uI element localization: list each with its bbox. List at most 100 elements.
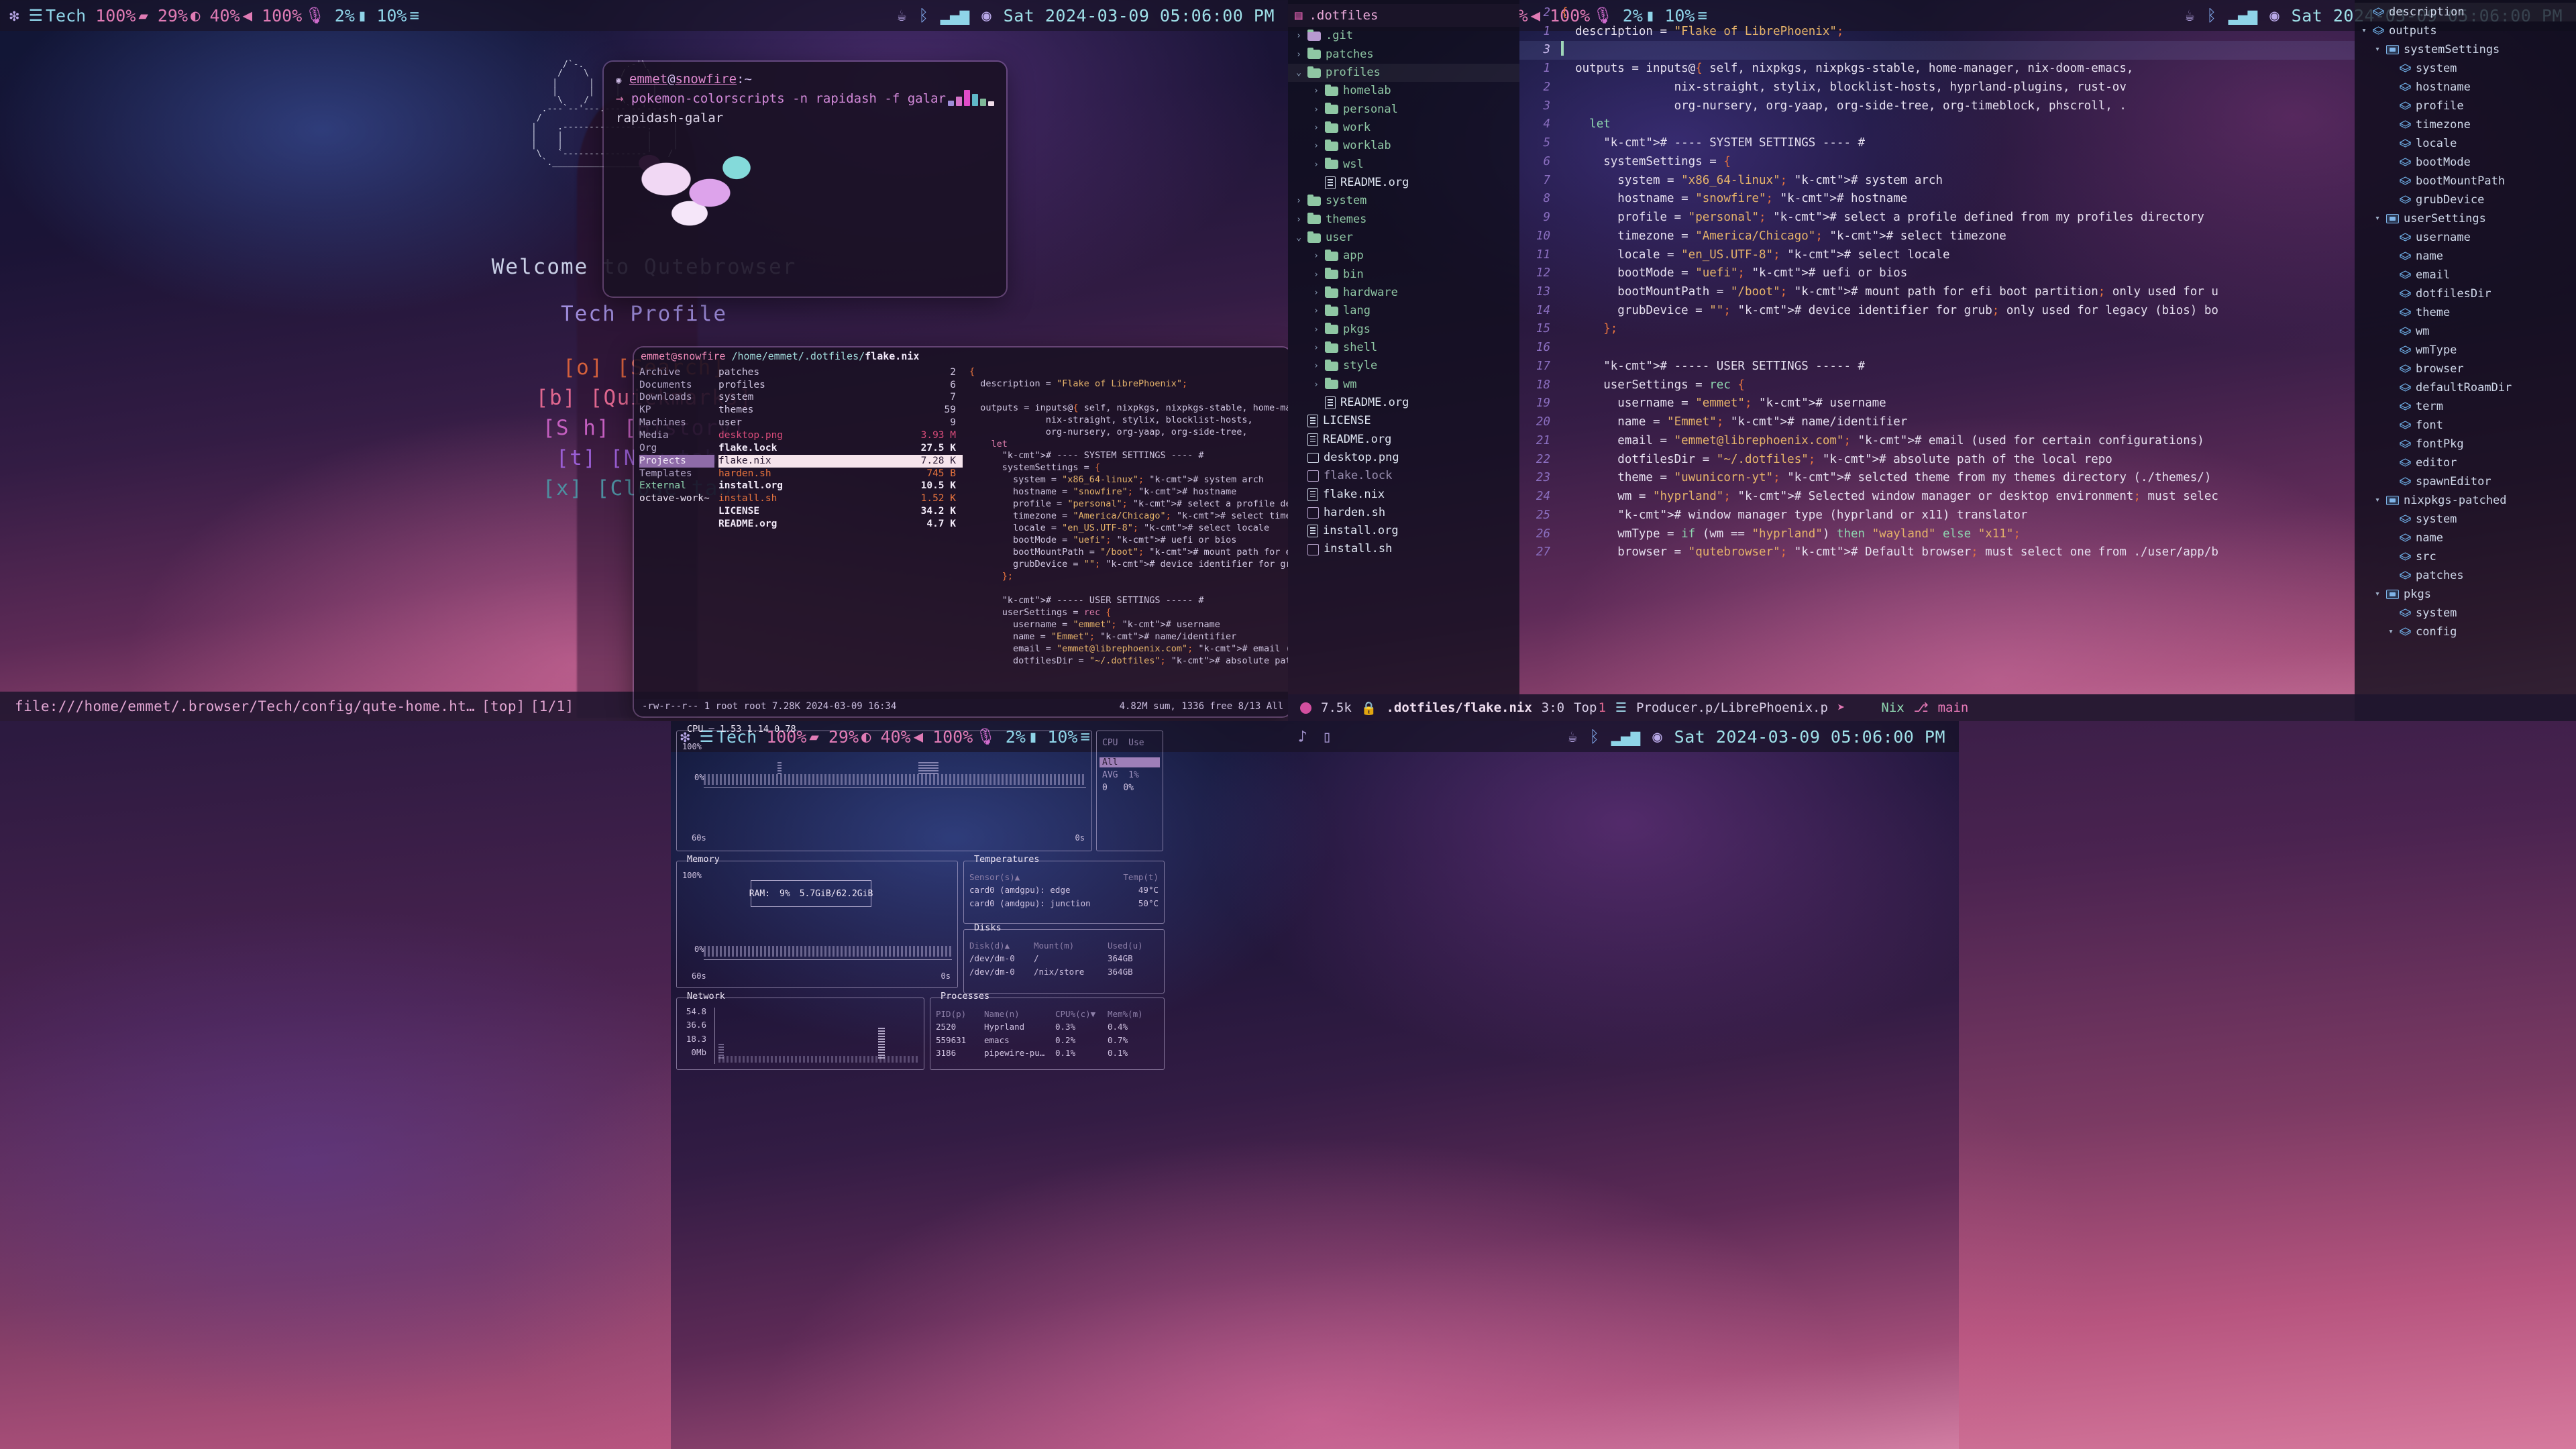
chevron-icon[interactable]: › [1312,341,1320,354]
table-row[interactable]: system 7 [718,391,963,404]
code-line[interactable]: 10 timezone = "America/Chicago"; "k-cmt"… [1519,227,2355,246]
btop-disks-panel[interactable]: Disks Disk(d)▲ Mount(m) Used(u) /dev/dm-0/… [963,922,1165,994]
disclosure-icon[interactable]: ▾ [2373,494,2381,507]
tree-item-profiles[interactable]: ⌄ profiles [1288,63,1519,83]
chevron-icon[interactable]: › [1312,286,1320,299]
temp-col-label[interactable]: Temp(t) [1123,871,1159,883]
outline-item-spawneditor[interactable]: spawnEditor [2355,472,2576,491]
disclosure-icon[interactable]: ▾ [2387,625,2395,639]
outline-item-profile[interactable]: profile [2355,97,2576,115]
cpu-selected-row[interactable]: All [1099,757,1160,767]
code-line[interactable]: 3 [1519,41,2355,60]
outline-item-theme[interactable]: theme [2355,303,2576,322]
outline-item-bootmode[interactable]: bootMode [2355,153,2576,172]
outline-item-email[interactable]: email [2355,266,2576,284]
tree-item-personal[interactable]: › personal [1288,101,1519,119]
tree-item-patches[interactable]: › patches [1288,46,1519,64]
list-item[interactable]: Templates [639,468,714,480]
outline-item-config[interactable]: ▾ config [2355,623,2576,641]
code-line[interactable]: 8 hostname = "snowfire"; "k-cmt"># hostn… [1519,190,2355,209]
code-line[interactable]: 22 dotfilesDir = "~/.dotfiles"; "k-cmt">… [1519,451,2355,470]
outline-item-browser[interactable]: browser [2355,360,2576,378]
tree-item-bin[interactable]: › bin [1288,266,1519,284]
ranger-window[interactable]: emmet@snowfire /home/emmet/.dotfiles/fla… [634,347,1288,716]
table-row[interactable]: 559631 emacs 0.2% 0.7% [936,1034,1159,1046]
outline-item-systemsettings[interactable]: ▾ systemSettings [2355,40,2576,59]
list-item[interactable]: Downloads [639,391,714,404]
code-line[interactable]: 17 "k-cmt"># ----- USER SETTINGS ----- # [1519,358,2355,376]
code-line[interactable]: 14 grubDevice = ""; "k-cmt"># device ide… [1519,302,2355,321]
btop-processes-panel[interactable]: Processes PID(p) Name(n) CPU%(c)▼ Mem%(m) 2… [930,991,1165,1070]
code-line[interactable]: 1 outputs = inputs@{ self, nixpkgs, nixp… [1519,60,2355,78]
tree-item-themes[interactable]: › themes [1288,211,1519,229]
table-row-selected[interactable]: flake.nix 7.28 K [718,454,963,468]
outline-item-term[interactable]: term [2355,397,2576,416]
code-line[interactable]: 2 nix-straight, stylix, blocklist-hosts,… [1519,78,2355,97]
outline-item-name[interactable]: name [2355,247,2576,266]
tree-item-lang[interactable]: › lang [1288,302,1519,320]
code-line[interactable]: 13 bootMountPath = "/boot"; "k-cmt"># mo… [1519,283,2355,302]
list-item[interactable]: External [639,480,714,492]
code-line[interactable]: 4 let [1519,115,2355,134]
wifi-icon[interactable]: ▂▄▆ [1611,729,1640,745]
code-line[interactable]: 23 theme = "uwunicorn-yt"; "k-cmt"># sel… [1519,469,2355,488]
table-row[interactable]: install.org 10.5 K [718,480,963,492]
name-col-label[interactable]: Name(n) [984,1008,1055,1020]
table-row[interactable]: README.org 4.7 K [718,518,963,531]
tree-item-worklab[interactable]: › worklab [1288,137,1519,155]
outline-item-pkgs[interactable]: ▾ pkgs [2355,585,2576,604]
outline-item-font[interactable]: font [2355,416,2576,435]
outline-item-bootmountpath[interactable]: bootMountPath [2355,172,2576,191]
ranger-parent-column[interactable]: Archive Documents Downloads KP Machines … [634,366,714,695]
outline-item-usersettings[interactable]: ▾ userSettings [2355,209,2576,228]
outline-item-locale[interactable]: locale [2355,134,2576,153]
list-item[interactable]: Org [639,442,714,455]
chevron-icon[interactable]: › [1312,323,1320,336]
btop-temperatures-panel[interactable]: Temperatures Sensor(s)▲ Temp(t) card0 (am… [963,854,1165,924]
chevron-icon[interactable]: › [1312,140,1320,152]
tree-item-wsl[interactable]: › wsl [1288,156,1519,174]
tree-item-install-sh[interactable]: install.sh [1288,540,1519,558]
code-line[interactable]: 7 system = "x86_64-linux"; "k-cmt"># sys… [1519,172,2355,191]
music-note-icon[interactable]: ♪ [1298,729,1307,745]
chevron-icon[interactable]: › [1312,378,1320,391]
tree-item-desktop-png[interactable]: desktop.png [1288,449,1519,467]
disc-icon[interactable]: ◉ [1652,729,1662,745]
outline-item-wm[interactable]: wm [2355,322,2576,341]
mug-icon[interactable]: ☕ [1568,729,1577,745]
outline-item-name[interactable]: name [2355,529,2576,547]
outline-item-description[interactable]: description [2355,3,2576,21]
table-row[interactable]: install.sh 1.52 K [718,492,963,505]
tree-item-readme-org[interactable]: README.org [1288,431,1519,449]
chevron-icon[interactable]: › [1312,103,1320,116]
table-row[interactable]: themes 59 [718,404,963,417]
tree-item-flake-lock[interactable]: flake.lock [1288,467,1519,485]
chevron-icon[interactable]: › [1312,360,1320,372]
outline-item-defaultroamdir[interactable]: defaultRoamDir [2355,378,2576,397]
list-item-selected[interactable]: Projects [639,454,714,468]
outline-item-hostname[interactable]: hostname [2355,78,2576,97]
code-line[interactable]: 12 bootMode = "uefi"; "k-cmt"># uefi or … [1519,264,2355,283]
disclosure-icon[interactable]: ▾ [2373,588,2381,601]
mount-col-label[interactable]: Mount(m) [1034,939,1108,952]
outline-item-nixpkgs-patched[interactable]: ▾ nixpkgs-patched [2355,491,2576,510]
outline-item-dotfilesdir[interactable]: dotfilesDir [2355,284,2576,303]
disclosure-icon[interactable]: ▾ [2360,24,2368,38]
tree-item-style[interactable]: › style [1288,357,1519,375]
ranger-main-column[interactable]: patches 2 profiles 6 system 7 themes 59 user… [714,366,963,695]
btop-cpu-panel[interactable]: CPU ─ 1.53 1.14 0.78 100% 0% 60s 0s [676,724,1092,851]
tree-item-shell[interactable]: › shell [1288,339,1519,357]
tree-item-license[interactable]: LICENSE [1288,412,1519,430]
outline-item-fontpkg[interactable]: fontPkg [2355,435,2576,453]
code-line[interactable]: 18 userSettings = rec { [1519,376,2355,395]
chevron-icon[interactable]: › [1312,268,1320,281]
code-line[interactable]: 11 locale = "en_US.UTF-8"; "k-cmt"># sel… [1519,246,2355,265]
list-item[interactable]: Documents [639,379,714,392]
emacs-file-tree[interactable]: ▤ .dotfiles › .git › patches ⌄ profiles › homel… [1288,0,1519,721]
chevron-icon[interactable]: › [1312,158,1320,171]
list-item[interactable]: Archive [639,366,714,379]
sensor-col-label[interactable]: Sensor(s)▲ [969,871,1020,883]
tree-item-pkgs[interactable]: › pkgs [1288,321,1519,339]
outline-item-system[interactable]: system [2355,604,2576,623]
code-line[interactable]: 5 "k-cmt"># ---- SYSTEM SETTINGS ---- # [1519,134,2355,153]
